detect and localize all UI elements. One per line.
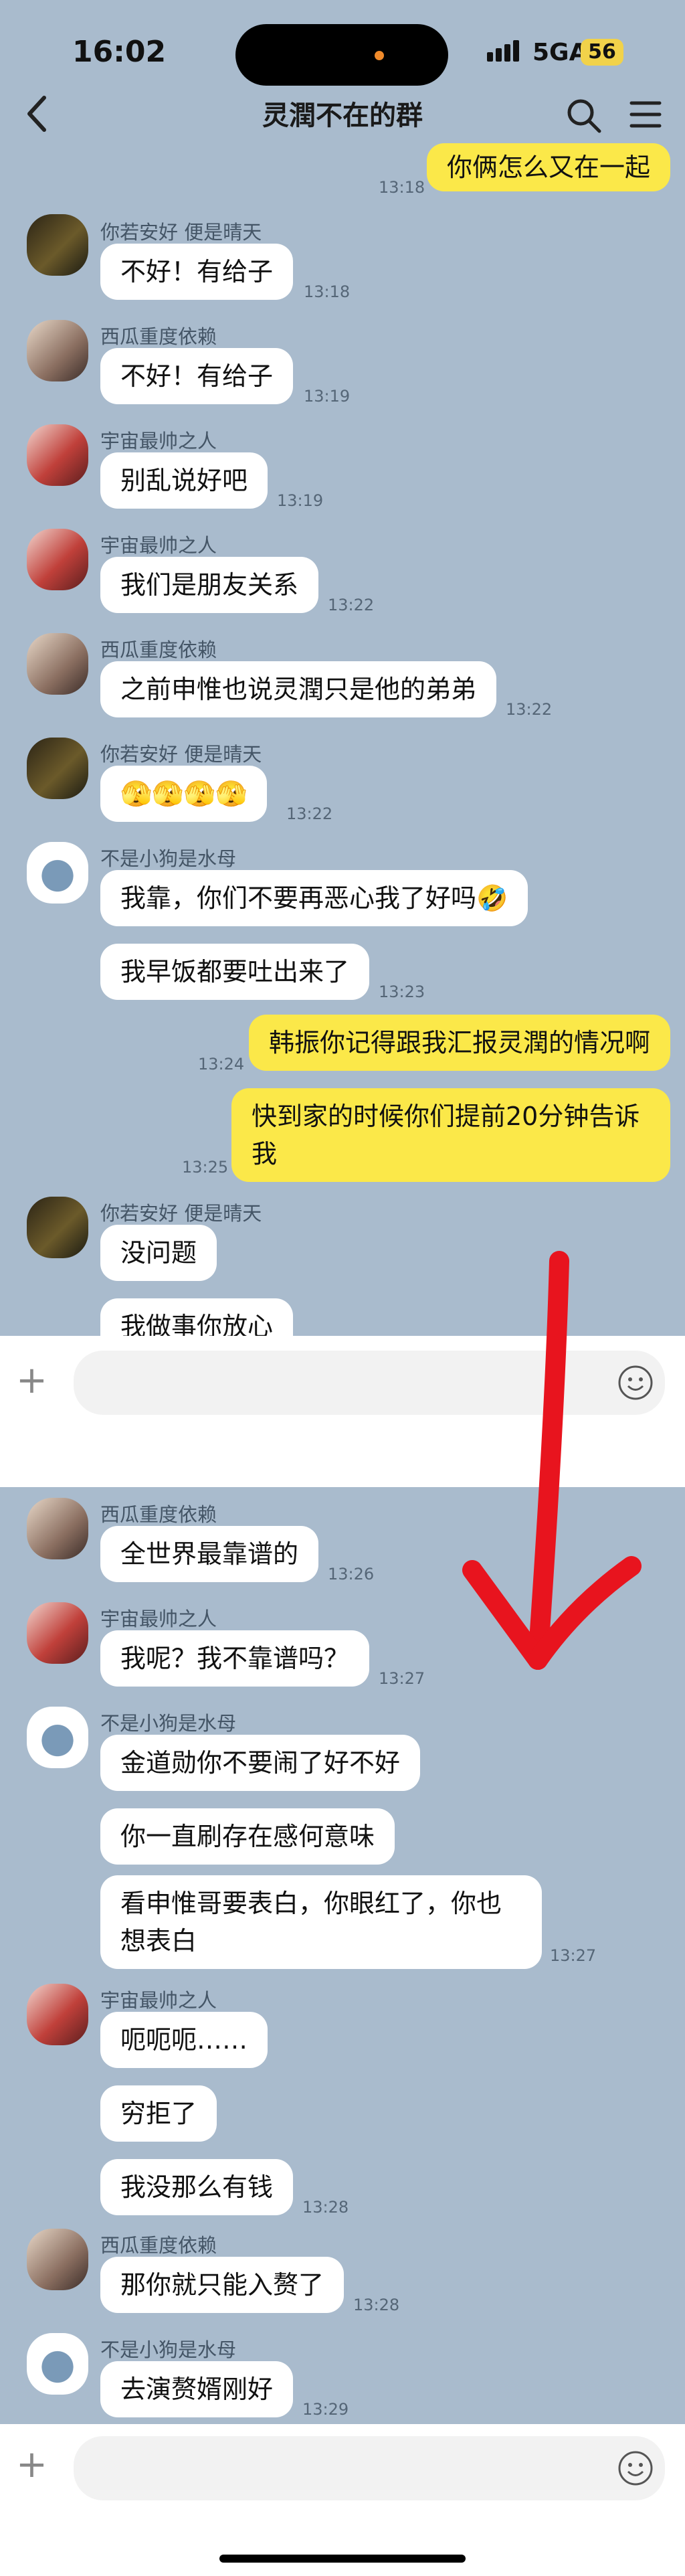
- red-arrow-annotation-icon: [462, 1251, 642, 1670]
- sender-name: 不是小狗是水母: [100, 847, 237, 870]
- avatar[interactable]: [27, 214, 88, 276]
- sender-name: 你若安好 便是晴天: [100, 221, 262, 244]
- avatar[interactable]: [27, 2333, 88, 2395]
- sender-name: 不是小狗是水母: [100, 2338, 237, 2361]
- sender-name: 西瓜重度依赖: [100, 325, 217, 348]
- message-time: 13:19: [277, 491, 324, 510]
- message-time: 13:23: [379, 982, 425, 1001]
- sender-name: 宇宙最帅之人: [100, 1608, 217, 1630]
- message-bubble[interactable]: 那你就只能入赘了: [100, 2257, 345, 2313]
- message-bubble[interactable]: 我呢？我不靠谱吗？: [100, 1630, 370, 1687]
- sender-name: 西瓜重度依赖: [100, 1503, 217, 1526]
- sender-name: 你若安好 便是晴天: [100, 1202, 262, 1225]
- search-icon[interactable]: [565, 96, 602, 134]
- avatar[interactable]: [27, 529, 88, 590]
- message-bubble[interactable]: 🫣🫣🫣🫣: [100, 766, 268, 822]
- avatar[interactable]: [27, 633, 88, 695]
- home-indicator: [219, 2555, 466, 2563]
- signal-icon: [487, 40, 522, 62]
- message-bubble[interactable]: 我早饭都要吐出来了: [100, 944, 370, 1000]
- message-time: 13:19: [304, 387, 351, 406]
- message-bubble[interactable]: 我们是朋友关系: [100, 557, 319, 613]
- message-time: 13:27: [379, 1669, 425, 1688]
- message-time: 13:28: [353, 2296, 400, 2314]
- message-bubble[interactable]: 之前申惟也说灵潤只是他的弟弟: [100, 661, 497, 717]
- smiley-icon[interactable]: [617, 2450, 654, 2487]
- avatar[interactable]: [27, 1707, 88, 1768]
- hamburger-menu-icon[interactable]: [629, 99, 662, 130]
- avatar[interactable]: [27, 842, 88, 904]
- message-bubble[interactable]: 全世界最靠谱的: [100, 1526, 319, 1582]
- message-time: 13:22: [328, 596, 375, 614]
- avatar[interactable]: [27, 738, 88, 799]
- network-type: 5GA: [532, 39, 588, 66]
- sender-name: 宇宙最帅之人: [100, 430, 217, 452]
- sender-name: 不是小狗是水母: [100, 1712, 237, 1735]
- status-time: 16:02: [72, 35, 167, 69]
- message-time: 13:25: [182, 1158, 229, 1177]
- message-bubble[interactable]: 我靠，你们不要再恶心我了好吗🤣: [100, 870, 528, 926]
- sender-name: 宇宙最帅之人: [100, 1989, 217, 2012]
- message-bubble[interactable]: 看申惟哥要表白，你眼红了，你也 想表白: [100, 1875, 542, 1969]
- message-bubble[interactable]: 别乱说好吧: [100, 452, 268, 509]
- message-time: 13:22: [506, 700, 553, 719]
- message-time: 13:29: [302, 2400, 349, 2419]
- avatar[interactable]: [27, 1602, 88, 1664]
- message-bubble[interactable]: 金道勋你不要闹了好不好: [100, 1735, 421, 1791]
- sender-name: 宇宙最帅之人: [100, 534, 217, 557]
- message-bubble[interactable]: 你一直刷存在感何意味: [100, 1808, 395, 1865]
- message-time: 13:18: [379, 178, 425, 197]
- message-bubble[interactable]: 呃呃呃……: [100, 2012, 268, 2068]
- message-bubble[interactable]: 不好！有给子: [100, 348, 294, 404]
- message-time: 13:26: [328, 1565, 375, 1583]
- message-bubble-outgoing[interactable]: 韩振你记得跟我汇报灵潤的情况啊: [248, 1015, 670, 1071]
- message-time: 13:27: [550, 1946, 597, 1965]
- avatar[interactable]: [27, 320, 88, 381]
- message-bubble[interactable]: 不好！有给子: [100, 244, 294, 300]
- dynamic-island: [235, 24, 448, 86]
- avatar[interactable]: [27, 2229, 88, 2290]
- sender-name: 西瓜重度依赖: [100, 638, 217, 661]
- plus-icon[interactable]: +: [16, 2443, 47, 2486]
- sender-name: 你若安好 便是晴天: [100, 743, 262, 766]
- message-bubble[interactable]: 没问题: [100, 1225, 217, 1281]
- message-bubble[interactable]: 我没那么有钱: [100, 2159, 294, 2215]
- plus-icon[interactable]: +: [16, 1359, 47, 1402]
- message-time: 13:28: [302, 2198, 349, 2217]
- message-time: 13:24: [198, 1055, 245, 1074]
- avatar[interactable]: [27, 424, 88, 486]
- message-bubble-outgoing[interactable]: 快到家的时候你们提前20分钟告诉 我: [231, 1088, 670, 1182]
- battery-indicator: 56: [581, 39, 623, 66]
- avatar[interactable]: [27, 1984, 88, 2045]
- message-input[interactable]: [74, 2436, 665, 2500]
- message-time: 13:22: [286, 804, 333, 823]
- recording-indicator-icon: [375, 51, 384, 60]
- avatar[interactable]: [27, 1197, 88, 1258]
- message-bubble[interactable]: 去演赘婿刚好: [100, 2361, 294, 2417]
- message-bubble-outgoing[interactable]: 你俩怎么又在一起: [426, 143, 670, 191]
- sender-name: 西瓜重度依赖: [100, 2234, 217, 2257]
- message-time: 13:18: [304, 282, 351, 301]
- message-bubble[interactable]: 穷拒了: [100, 2085, 217, 2142]
- avatar[interactable]: [27, 1498, 88, 1559]
